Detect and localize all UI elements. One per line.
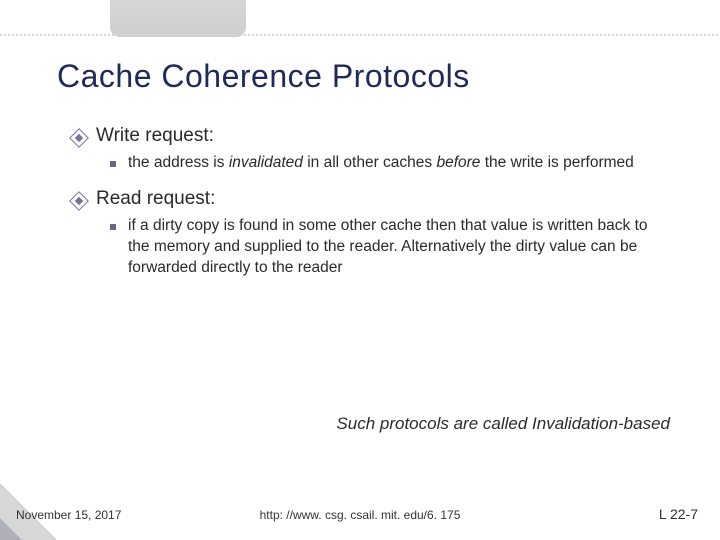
italic-run: before [436,154,480,171]
text-run: the write is performed [480,154,633,171]
slide-title: Cache Coherence Protocols [57,58,470,95]
diamond-bullet-icon [72,131,86,145]
text-run: in all other caches [303,154,437,171]
diamond-bullet-icon [72,194,86,208]
header-decoration [110,0,246,37]
header-rule [0,34,720,36]
list-item: Write request: [72,125,680,147]
text-run: if a dirty copy is found in some other c… [128,217,648,276]
footer-page-number: L 22-7 [659,506,698,522]
list-subitem: the address is invalidated in all other … [110,153,680,174]
list-heading: Read request: [96,188,215,210]
list-subtext: if a dirty copy is found in some other c… [128,216,668,279]
footer-date: November 15, 2017 [16,508,121,522]
text-run: the address is [128,154,229,171]
square-bullet-icon [110,161,116,167]
list-item: Read request: [72,188,680,210]
italic-run: invalidated [229,154,303,171]
square-bullet-icon [110,224,116,230]
list-subtext: the address is invalidated in all other … [128,153,634,174]
list-subitem: if a dirty copy is found in some other c… [110,216,680,279]
tagline: Such protocols are called Invalidation-b… [336,414,670,434]
footer-url: http: //www. csg. csail. mit. edu/6. 175 [260,508,461,522]
list-heading: Write request: [96,125,214,147]
slide-body: Write request: the address is invalidate… [72,125,680,293]
